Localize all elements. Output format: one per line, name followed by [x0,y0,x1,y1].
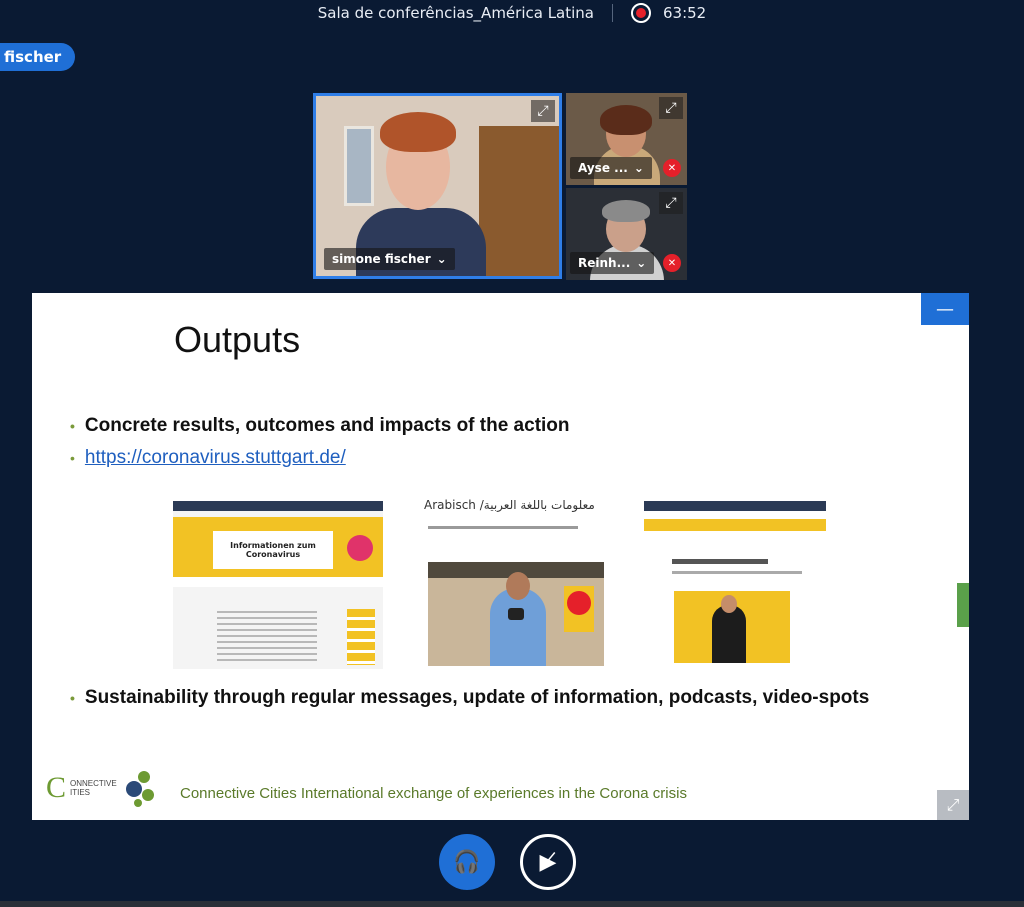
aha-sign [564,586,594,632]
text-lines [217,611,317,661]
top-bar: Sala de conferências_América Latina 63:5… [0,0,1024,26]
bullet-sustainability: • Sustainability through regular message… [70,687,869,709]
expand-icon[interactable]: ⤢ [531,100,555,122]
heading-line [672,559,768,564]
stuttgart-link[interactable]: https://coronavirus.stuttgart.de/ [85,447,346,469]
recording-timer: 63:52 [663,4,707,22]
fullscreen-icon[interactable]: ⤢ [937,790,969,820]
banner-title-line-2: Coronavirus [245,550,301,559]
current-user-pill[interactable]: fischer [0,43,76,71]
video-toggle-button[interactable]: ▶̸ [520,834,576,890]
scene-door [479,126,559,276]
side-marker [957,583,969,627]
scene-window [344,126,374,206]
text-line [428,526,578,529]
slide-footer-text: Connective Cities International exchange… [180,785,687,802]
website-screenshot-stuttgart: Informationen zum Coronavirus [173,501,383,669]
slide-title: Outputs [174,319,301,360]
minimize-icon: — [936,298,954,320]
bottom-strip [0,901,1024,907]
microphone-muted-icon: ✕ [663,159,681,177]
bullet-concrete-results: • Concrete results, outcomes and impacts… [70,415,570,437]
user-pill-label: fischer [4,48,62,66]
divider [612,4,613,22]
bullet-text: Concrete results, outcomes and impacts o… [84,415,570,436]
bullet-dot: • [70,690,75,706]
text-line [672,571,802,574]
participant-hair [602,200,650,222]
expand-icon[interactable]: ⤢ [659,97,683,119]
signer-figure [712,605,746,663]
website-screenshot-sign-language [644,501,826,669]
bullet-text: Sustainability through regular messages,… [84,687,870,708]
pink-badge [347,535,373,561]
headphones-icon: 🎧 [453,849,481,875]
room-title: Sala de conferências_América Latina [317,4,594,22]
arabic-heading: Arabisch /معلومات باللغة العربية [424,498,595,512]
bullet-link: • https://coronavirus.stuttgart.de/ [70,447,346,469]
video-thumbnail [428,562,604,666]
bullet-dot: • [70,418,75,434]
chevron-down-icon: ⌄ [633,161,644,175]
participant-hair [600,105,652,135]
bullet-dot: • [70,450,75,466]
banner-title: Informationen zum Coronavirus [213,531,333,569]
microphone-muted-icon: ✕ [663,254,681,272]
side-boxes [347,609,375,665]
yellow-strip [644,519,826,531]
presentation-slide: — Outputs • Concrete results, outcomes a… [32,293,969,820]
website-screenshot-arabic-video: Arabisch /معلومات باللغة العربية [422,496,606,668]
name-tag[interactable]: simone fischer ⌄ [324,248,455,270]
browser-bar [173,501,383,511]
connective-cities-logo: C ONNECTIVE ITIES [46,767,162,811]
minimize-presentation-button[interactable]: — [921,293,969,325]
video-thumbnail [674,591,790,663]
video-tile-reinh[interactable]: ⤢ Reinh... ⌄ ✕ [566,188,687,280]
skyline-strip [173,577,383,587]
participant-hair [380,112,456,152]
video-tile-ayse[interactable]: ⤢ Ayse ... ⌄ ✕ [566,93,687,185]
chevron-down-icon: ⌄ [636,256,647,270]
play-icon [508,608,524,620]
browser-bar [644,501,826,511]
banner-title-line-1: Informationen zum [230,541,316,550]
chevron-down-icon: ⌄ [436,252,447,266]
record-icon[interactable] [631,3,651,23]
presenter-head [506,572,530,600]
participant-name: simone fischer [332,252,431,266]
video-tile-simone[interactable]: ⤢ simone fischer ⌄ [313,93,562,279]
participant-name: Ayse ... [578,161,628,175]
signer-head [721,595,737,613]
camera-off-icon: ▶̸ [539,849,557,875]
name-tag[interactable]: Reinh... ⌄ [570,252,655,274]
audio-button[interactable]: 🎧 [439,834,495,890]
name-tag[interactable]: Ayse ... ⌄ [570,157,652,179]
participant-name: Reinh... [578,256,631,270]
expand-icon[interactable]: ⤢ [659,192,683,214]
